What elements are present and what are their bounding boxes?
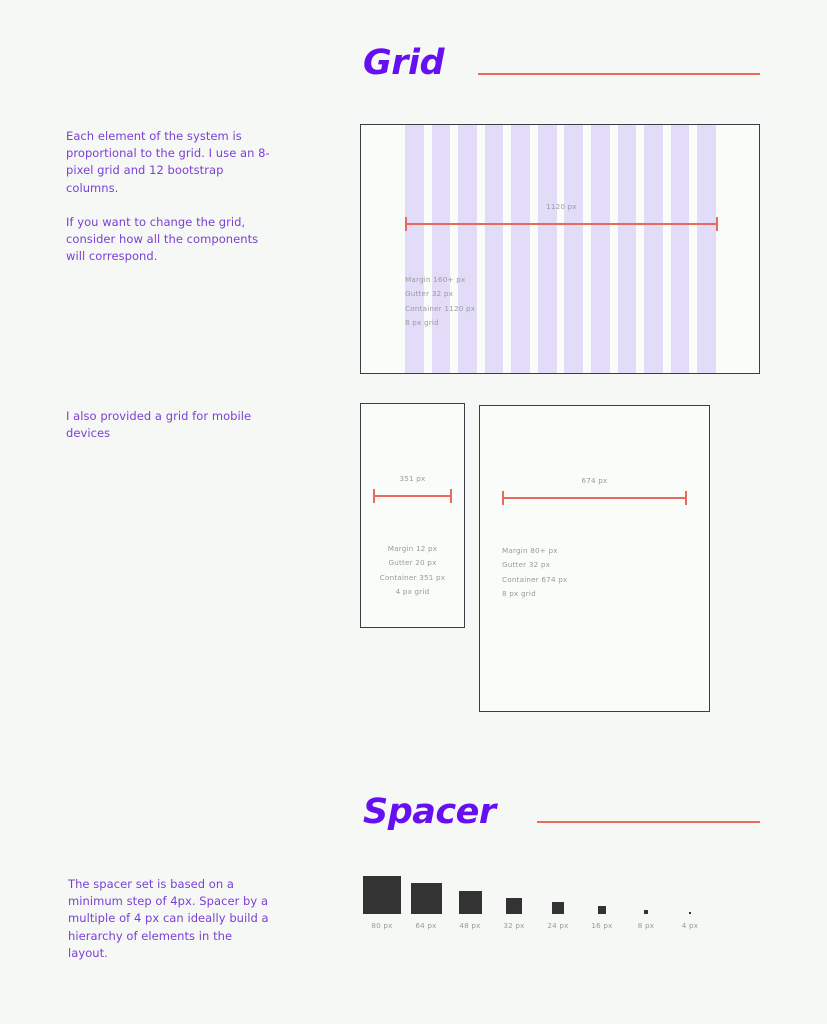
grid-column (484, 125, 504, 373)
measure-cap-right (449, 489, 452, 503)
grid-column (644, 125, 663, 373)
mobile-measure-label: 351 px (399, 474, 426, 483)
spacer-section-heading: Spacer (363, 792, 496, 832)
spacer-swatch: 24 px (536, 902, 580, 930)
spacer-box (363, 876, 401, 914)
spacer-box (689, 912, 691, 914)
spec-base-grid: 4 px grid (395, 587, 430, 597)
grid-column (670, 125, 690, 373)
spacer-box (552, 902, 564, 914)
grid-column (617, 125, 637, 373)
mobile-grid-frame: 351 px Margin 12 px Gutter 20 px Contain… (360, 403, 465, 628)
spacer-box (410, 883, 442, 914)
measure-bar (373, 495, 452, 498)
measure-cap-right (684, 491, 687, 505)
design-system-page: Grid Each element of the system is propo… (0, 0, 827, 1024)
spec-base-grid: 8 px grid (405, 318, 439, 328)
grid-column (537, 125, 557, 373)
spacer-swatch-row: 80 px 64 px 48 px 32 px 24 px 16 px 8 px 4 px (360, 870, 712, 930)
grid-column (431, 125, 451, 373)
mobile-container-measure: 351 px (373, 474, 452, 503)
spec-base-grid: 8 px grid (502, 589, 536, 599)
spec-gutter: Gutter 32 px (502, 560, 551, 570)
desktop-grid-frame: 1120 px Margin 160+ px Gutter 32 px Cont… (360, 124, 760, 374)
spacer-swatch: 8 px (624, 910, 668, 930)
spacer-size-label: 48 px (459, 921, 481, 930)
spec-margin: Margin 12 px (387, 544, 438, 553)
spacer-swatch: 4 px (668, 912, 712, 930)
spacer-swatch: 32 px (492, 898, 536, 930)
mobile-grid-specs: Margin 12 px Gutter 20 px Container 351 … (361, 542, 464, 600)
desktop-container-measure: 1120 px (405, 202, 718, 231)
grid-column (405, 125, 424, 373)
spacer-swatch: 48 px (448, 891, 492, 930)
desktop-measure-label: 1120 px (546, 202, 577, 211)
tablet-measure-label: 674 px (581, 476, 608, 485)
spacer-intro-copy: The spacer set is based on a minimum ste… (68, 876, 273, 962)
measure-bar (502, 497, 687, 500)
spacer-swatch: 80 px (360, 876, 404, 930)
grid-intro-copy: Each element of the system is proportion… (66, 128, 271, 265)
tablet-grid-frame: 674 px Margin 80+ px Gutter 32 px Contai… (479, 405, 710, 712)
grid-column (511, 125, 530, 373)
grid-column (697, 125, 716, 373)
spec-container: Container 674 px (502, 574, 568, 584)
spacer-size-label: 80 px (371, 921, 393, 930)
spacer-box (598, 906, 606, 914)
spacer-intro-paragraph-1: The spacer set is based on a minimum ste… (68, 877, 269, 960)
spacer-size-label: 24 px (547, 921, 569, 930)
spec-container: Container 1120 px (405, 303, 476, 313)
spacer-swatch: 64 px (404, 883, 448, 930)
measure-bar (405, 223, 718, 226)
spec-margin: Margin 160+ px (405, 275, 466, 284)
spacer-size-label: 32 px (503, 921, 525, 930)
grid-column (590, 125, 610, 373)
grid-column (564, 125, 584, 373)
tablet-grid-specs: Margin 80+ px Gutter 32 px Container 674… (502, 544, 567, 602)
spacer-size-label: 4 px (681, 921, 699, 930)
spacer-heading-rule (537, 821, 760, 823)
spec-container: Container 351 px (379, 572, 446, 582)
grid-intro-paragraph-2: If you want to change the grid, consider… (66, 214, 259, 264)
mobile-grid-note: I also provided a grid for mobile device… (66, 408, 271, 442)
spec-margin: Margin 80+ px (502, 546, 558, 555)
spacer-size-label: 64 px (415, 921, 437, 930)
spacer-size-label: 8 px (637, 921, 655, 930)
spec-gutter: Gutter 32 px (405, 289, 454, 299)
spacer-swatch: 16 px (580, 906, 624, 930)
desktop-grid-specs: Margin 160+ px Gutter 32 px Container 11… (405, 273, 475, 331)
measure-cap-right (715, 217, 718, 231)
spacer-box (506, 898, 522, 914)
desktop-grid-columns (405, 125, 716, 373)
grid-column (458, 125, 477, 373)
spacer-box (644, 910, 648, 914)
mobile-grid-note-text: I also provided a grid for mobile device… (66, 409, 252, 441)
grid-heading-rule (478, 73, 760, 75)
spacer-size-label: 16 px (591, 921, 613, 930)
grid-section-heading: Grid (363, 43, 445, 83)
tablet-container-measure: 674 px (502, 476, 687, 505)
grid-intro-paragraph-1: Each element of the system is proportion… (66, 129, 270, 195)
spacer-box (458, 891, 482, 914)
spec-gutter: Gutter 20 px (388, 558, 437, 568)
